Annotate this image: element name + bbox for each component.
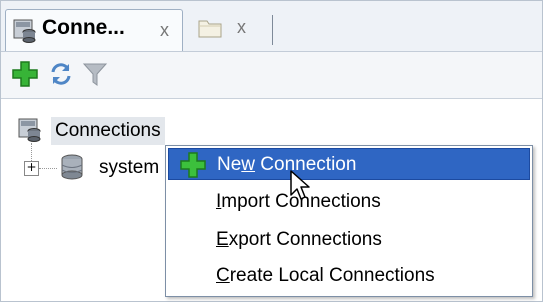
mouse-cursor-icon bbox=[289, 169, 313, 203]
plus-icon bbox=[12, 61, 38, 87]
connections-icon bbox=[17, 117, 43, 143]
tab-close-button[interactable]: x bbox=[160, 20, 169, 41]
context-menu: New Connection Import Connections Export… bbox=[165, 145, 533, 297]
tree-root-connections[interactable]: Connections bbox=[51, 117, 165, 145]
menu-item-export-connections[interactable]: Export Connections bbox=[168, 224, 530, 256]
connections-panel: Conne... x x Connections + system New Co… bbox=[0, 0, 543, 302]
connections-icon bbox=[12, 18, 38, 44]
refresh-icon bbox=[51, 63, 71, 85]
tab-label: Conne... bbox=[42, 16, 125, 39]
filter-button[interactable] bbox=[81, 60, 109, 88]
menu-item-import-connections[interactable]: Import Connections bbox=[168, 186, 530, 218]
menu-item-label: New Connection bbox=[217, 154, 357, 175]
menu-item-create-local-connections[interactable]: Create Local Connections bbox=[168, 260, 530, 292]
toolbar bbox=[1, 52, 542, 99]
menu-item-label: Export Connections bbox=[216, 229, 382, 250]
filter-icon bbox=[82, 63, 108, 86]
menu-item-label: Create Local Connections bbox=[216, 265, 435, 286]
tab-connections[interactable]: Conne... x bbox=[5, 9, 183, 51]
add-connection-button[interactable] bbox=[11, 60, 39, 88]
tree-line bbox=[39, 168, 57, 169]
refresh-button[interactable] bbox=[47, 60, 75, 88]
tree-item-system[interactable]: system bbox=[99, 157, 159, 179]
expand-toggle[interactable]: + bbox=[24, 161, 39, 176]
folder-icon bbox=[197, 15, 223, 41]
plus-icon bbox=[179, 151, 207, 179]
database-icon bbox=[59, 153, 85, 181]
tab-strip: Conne... x x bbox=[1, 1, 542, 52]
tab-close-button[interactable]: x bbox=[237, 17, 246, 38]
menu-item-new-connection[interactable]: New Connection bbox=[168, 148, 530, 180]
tab-files[interactable]: x bbox=[191, 11, 273, 49]
tab-separator bbox=[272, 15, 273, 45]
